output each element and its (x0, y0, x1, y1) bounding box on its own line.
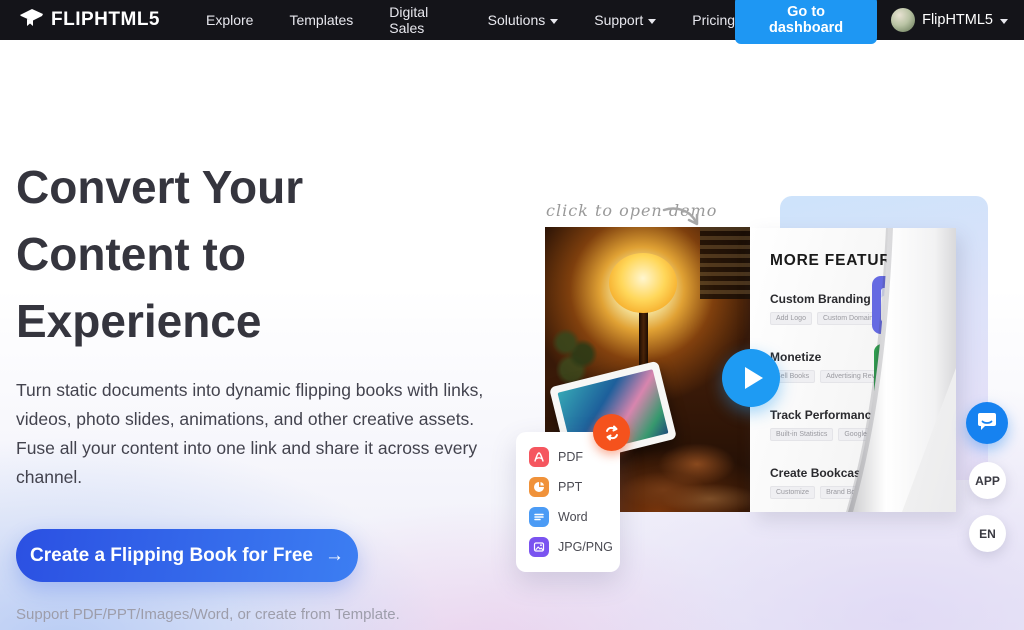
account-name: FlipHTML5 (922, 12, 993, 28)
account-menu[interactable]: FlipHTML5 (891, 8, 1008, 32)
image-icon (529, 537, 549, 557)
chevron-down-icon (1000, 18, 1008, 24)
nav-item-support[interactable]: Support (594, 12, 657, 28)
ppt-icon (529, 477, 549, 497)
lamp-graphic (609, 253, 677, 313)
top-navbar: FLIPHTML5 Explore Templates Digital Sale… (0, 0, 1024, 44)
format-row-word: Word (529, 502, 620, 532)
word-icon (529, 507, 549, 527)
fliphtml5-logo-icon (18, 7, 44, 34)
fliphtml5-logo[interactable]: FLIPHTML5 (18, 7, 160, 34)
nav-item-digital-sales[interactable]: Digital Sales (389, 4, 451, 36)
format-row-ppt: PPT (529, 472, 620, 502)
nav-item-solutions[interactable]: Solutions (488, 12, 559, 28)
play-icon (744, 367, 763, 389)
nav-right-group: Go to dashboard FlipHTML5 (735, 0, 1008, 44)
supported-formats-card: PDF PPT Word JPG/PNG (516, 432, 620, 572)
app-button[interactable]: APP (969, 462, 1006, 499)
hero-section: Convert Your Content to Experience Turn … (0, 40, 1024, 630)
chat-bubble-icon (976, 411, 998, 436)
play-demo-button[interactable] (722, 349, 780, 407)
nav-links: Explore Templates Digital Sales Solution… (206, 4, 735, 36)
window-blinds-graphic (700, 227, 750, 299)
convert-sync-icon (593, 414, 630, 451)
chevron-down-icon (648, 18, 657, 24)
pdf-icon (529, 447, 549, 467)
go-to-dashboard-button[interactable]: Go to dashboard (735, 0, 878, 44)
supported-formats-note: Support PDF/PPT/Images/Word, or create f… (16, 606, 400, 623)
nav-item-templates[interactable]: Templates (289, 12, 353, 28)
nav-item-explore[interactable]: Explore (206, 12, 253, 28)
chevron-down-icon (550, 18, 559, 24)
format-row-image: JPG/PNG (529, 532, 620, 562)
create-flipping-book-button[interactable]: Create a Flipping Book for Free → (16, 529, 358, 582)
demo-book-page: MORE FEATURES Custom Branding Add Logo C… (750, 228, 956, 512)
live-chat-button[interactable] (966, 402, 1008, 444)
page-curl-graphic (750, 228, 956, 517)
page-title: Convert Your Content to Experience (16, 161, 304, 347)
logo-text: FLIPHTML5 (51, 9, 160, 30)
arrow-right-icon: → (324, 544, 344, 566)
nav-item-pricing[interactable]: Pricing (692, 12, 735, 28)
fliphtml5-landing-page: FLIPHTML5 Explore Templates Digital Sale… (0, 0, 1024, 630)
hero-description: Turn static documents into dynamic flipp… (16, 380, 484, 487)
language-button[interactable]: EN (969, 515, 1006, 552)
avatar (891, 8, 916, 32)
